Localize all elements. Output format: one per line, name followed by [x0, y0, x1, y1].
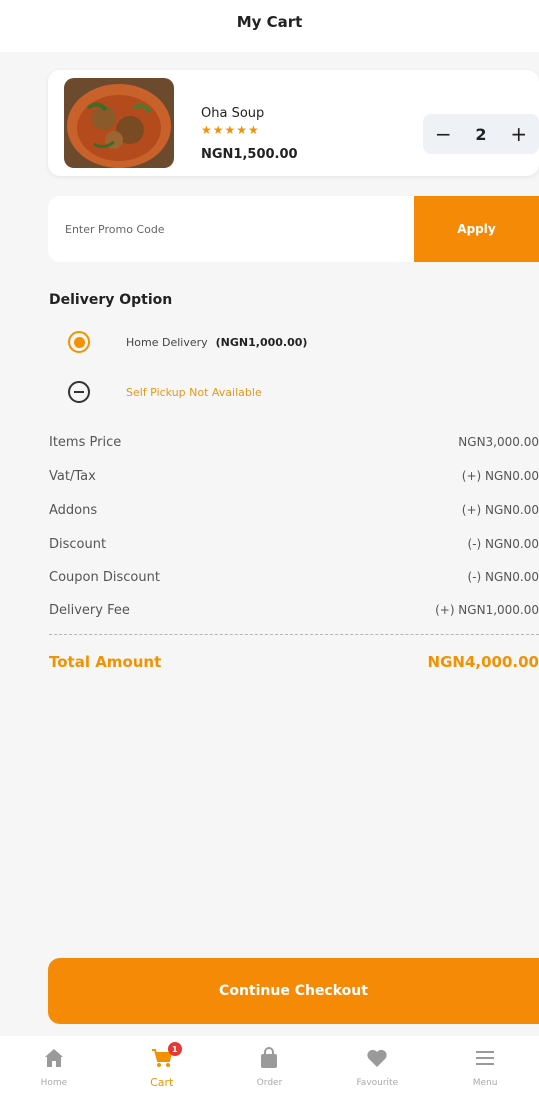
- self-pickup-option: Self Pickup Not Available: [68, 381, 262, 403]
- nav-item-menu[interactable]: Menu: [431, 1036, 539, 1103]
- summary-value: (-) NGN0.00: [467, 570, 539, 584]
- rating-stars: ★★★★★: [201, 123, 260, 137]
- nav-item-cart[interactable]: 1 Cart: [108, 1036, 216, 1103]
- total-label: Total Amount: [49, 653, 162, 671]
- nav-item-order[interactable]: Order: [216, 1036, 324, 1103]
- not-available-icon: [68, 381, 90, 403]
- item-price: NGN1,500.00: [201, 147, 298, 162]
- nav-label-home: Home: [40, 1078, 68, 1088]
- home-delivery-label: Home Delivery: [126, 335, 208, 349]
- home-delivery-option[interactable]: Home Delivery (NGN1,000.00): [68, 331, 307, 353]
- summary-value: NGN3,000.00: [458, 435, 539, 449]
- self-pickup-label: Self Pickup Not Available: [126, 385, 262, 399]
- summary-row-coupon-discount: Coupon Discount (-) NGN0.00: [49, 566, 539, 588]
- nav-item-home[interactable]: Home: [0, 1036, 108, 1103]
- total-value: NGN4,000.00: [427, 653, 539, 671]
- promo-code-input[interactable]: [48, 196, 413, 262]
- nav-label-cart: Cart: [150, 1076, 174, 1089]
- nav-label-order: Order: [256, 1078, 283, 1088]
- nav-label-menu: Menu: [472, 1078, 498, 1088]
- summary-label: Vat/Tax: [49, 468, 96, 484]
- summary-label: Delivery Fee: [49, 602, 130, 618]
- dashed-divider: [49, 634, 539, 635]
- summary-row-delivery-fee: Delivery Fee (+) NGN1,000.00: [49, 599, 539, 621]
- summary-label: Discount: [49, 536, 107, 552]
- nav-label-favourite: Favourite: [356, 1078, 399, 1088]
- quantity-stepper: − 2 +: [423, 114, 539, 154]
- cart-item-card[interactable]: Oha Soup ★★★★★ NGN1,500.00 − 2 +: [48, 70, 539, 176]
- summary-row-items-price: Items Price NGN3,000.00: [49, 431, 539, 453]
- promo-section: Apply: [48, 196, 539, 262]
- home-icon: [44, 1049, 63, 1067]
- summary-label: Coupon Discount: [49, 569, 160, 585]
- summary-label: Items Price: [49, 434, 122, 450]
- item-name: Oha Soup: [201, 106, 265, 121]
- summary-value: (+) NGN0.00: [461, 503, 539, 517]
- cart-content: Oha Soup ★★★★★ NGN1,500.00 − 2 + Apply D…: [37, 58, 539, 958]
- total-amount-row: Total Amount NGN4,000.00: [49, 650, 539, 674]
- top-bar: My Cart: [0, 0, 539, 52]
- summary-value: (+) NGN1,000.00: [435, 603, 539, 617]
- summary-row-addons: Addons (+) NGN0.00: [49, 499, 539, 521]
- summary-value: (+) NGN0.00: [461, 469, 539, 483]
- page-title: My Cart: [236, 13, 303, 31]
- quantity-value: 2: [475, 124, 487, 144]
- nav-item-favourite[interactable]: Favourite: [323, 1036, 431, 1103]
- summary-label: Addons: [49, 502, 98, 518]
- apply-button[interactable]: Apply: [414, 196, 539, 262]
- summary-row-discount: Discount (-) NGN0.00: [49, 533, 539, 555]
- increase-button[interactable]: +: [510, 122, 527, 146]
- food-image: [64, 78, 174, 168]
- heart-icon: [367, 1049, 387, 1067]
- home-delivery-fee: (NGN1,000.00): [215, 335, 308, 349]
- cart-badge: 1: [167, 1042, 182, 1056]
- decrease-button[interactable]: −: [435, 122, 452, 146]
- delivery-option-title: Delivery Option: [49, 292, 173, 308]
- continue-checkout-button[interactable]: Continue Checkout: [48, 958, 539, 1024]
- menu-icon: [476, 1051, 495, 1065]
- radio-selected-icon[interactable]: [68, 331, 90, 353]
- order-bag-icon: [261, 1047, 278, 1068]
- bottom-nav: Home 1 Cart Order Favourite Menu: [0, 1036, 539, 1103]
- summary-row-vat: Vat/Tax (+) NGN0.00: [49, 465, 539, 487]
- summary-value: (-) NGN0.00: [467, 537, 539, 551]
